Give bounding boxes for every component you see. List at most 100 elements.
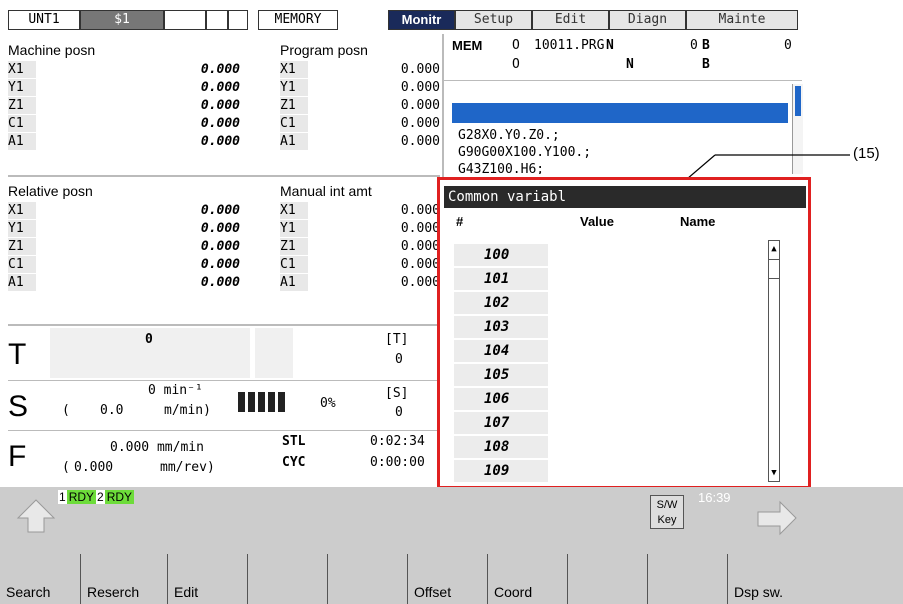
fkey-blank-9[interactable] — [647, 554, 727, 604]
s-label: S — [8, 390, 29, 423]
scroll-thumb[interactable] — [769, 259, 779, 279]
tab-edit[interactable]: Edit — [532, 10, 609, 30]
forward-arrow-icon[interactable] — [754, 498, 798, 538]
axis-row: X1 0.000 — [280, 61, 440, 78]
axis-value: 0.000 — [400, 203, 440, 218]
b-label: B — [702, 38, 710, 53]
axis-row: C1 0.000 — [280, 115, 440, 132]
sw-key-button[interactable]: S/W Key — [650, 495, 684, 529]
current-block-bar — [452, 103, 788, 123]
variable-row[interactable]: 101 — [454, 268, 548, 290]
tab-blank-1 — [164, 10, 206, 30]
manual-int-title: Manual int amt — [280, 183, 372, 199]
n-value: 0 — [690, 38, 698, 53]
fkey-blank-4[interactable] — [247, 554, 327, 604]
divider — [8, 430, 440, 431]
t-bracket: [T] — [385, 332, 409, 347]
axis-row: X1 0.000 — [8, 61, 248, 78]
b-value: 0 — [784, 38, 792, 53]
scroll-down-icon[interactable]: ▼ — [770, 467, 778, 479]
s-paren: ( — [62, 403, 70, 418]
axis-name: Y1 — [280, 220, 308, 237]
back-arrow-icon[interactable] — [14, 498, 58, 538]
program-line: G43Z100.H6; — [458, 162, 545, 174]
t-value: 0 — [145, 332, 153, 347]
axis-value: 0.000 — [200, 239, 240, 254]
axis-row: C1 0.000 — [280, 256, 440, 273]
axis-name: Y1 — [280, 79, 308, 96]
surface-speed-unit: m/min) — [164, 403, 211, 418]
tab-mainte[interactable]: Mainte — [686, 10, 798, 30]
variable-row[interactable]: 108 — [454, 436, 548, 458]
divider — [444, 80, 802, 81]
program-number: 10011.PRG — [534, 38, 605, 53]
axis-value: 0.000 — [200, 98, 240, 113]
fkey-dsp-sw[interactable]: Dsp sw. — [727, 554, 813, 604]
axis-value: 0.000 — [400, 116, 440, 131]
relative-posn-title: Relative posn — [8, 183, 93, 199]
fkey-search[interactable]: Search — [0, 554, 80, 604]
tab-setup[interactable]: Setup — [455, 10, 532, 30]
rdy-1-number: 1 — [58, 490, 67, 504]
axis-value: 0.000 — [200, 203, 240, 218]
axis-name: Z1 — [8, 97, 36, 114]
axis-name: A1 — [8, 133, 36, 150]
variable-row[interactable]: 106 — [454, 388, 548, 410]
rdy-2-text: RDY — [104, 490, 135, 504]
axis-name: Z1 — [280, 238, 308, 255]
fkey-offset[interactable]: Offset — [407, 554, 487, 604]
variable-row[interactable]: 100 — [454, 244, 548, 266]
spindle-speed: 0 min⁻¹ — [148, 383, 203, 398]
fkey-blank-8[interactable] — [567, 554, 647, 604]
rdy-1-text: RDY — [66, 490, 97, 504]
t-bracket-value: 0 — [395, 352, 403, 367]
scroll-up-icon[interactable]: ▲ — [770, 243, 778, 255]
rdy-indicator-1: 1 RDY — [58, 488, 97, 506]
variable-row[interactable]: 103 — [454, 316, 548, 338]
variable-row[interactable]: 105 — [454, 364, 548, 386]
axis-value: 0.000 — [400, 275, 440, 290]
axis-row: Z1 0.000 — [280, 238, 440, 255]
axis-row: A1 0.000 — [280, 133, 440, 150]
axis-value: 0.000 — [400, 62, 440, 77]
tab-diagn[interactable]: Diagn — [609, 10, 686, 30]
fkey-edit[interactable]: Edit — [167, 554, 247, 604]
axis-row: Y1 0.000 — [280, 79, 440, 96]
variable-row[interactable]: 109 — [454, 460, 548, 482]
axis-row: X1 0.000 — [280, 202, 440, 219]
axis-row: Y1 0.000 — [8, 79, 248, 96]
axis-row: Z1 0.000 — [280, 97, 440, 114]
s-bracket-value: 0 — [395, 405, 403, 420]
fkey-blank-5[interactable] — [327, 554, 407, 604]
divider — [8, 175, 440, 177]
top-tab-bar: UNT1 $1 MEMORY Monitr Setup Edit Diagn M… — [8, 10, 798, 32]
variable-scrollbar[interactable]: ▲ ▼ — [768, 240, 780, 482]
axis-row: X1 0.000 — [8, 202, 248, 219]
f-label: F — [8, 440, 27, 473]
variable-row[interactable]: 107 — [454, 412, 548, 434]
tab-unit[interactable]: UNT1 — [8, 10, 80, 30]
axis-value: 0.000 — [400, 257, 440, 272]
fkey-coord[interactable]: Coord — [487, 554, 567, 604]
divider — [8, 380, 440, 381]
cyc-time: 0:00:00 — [370, 455, 425, 470]
tab-monitr[interactable]: Monitr — [388, 10, 455, 30]
axis-row: Z1 0.000 — [8, 97, 248, 114]
fkey-area-end — [813, 554, 903, 604]
axis-name: A1 — [280, 133, 308, 150]
axis-value: 0.000 — [400, 80, 440, 95]
mode-indicator: MEMORY — [258, 10, 338, 30]
axis-value: 0.000 — [200, 62, 240, 77]
s-bracket: [S] — [385, 386, 409, 401]
stl-time: 0:02:34 — [370, 434, 425, 449]
axis-value: 0.000 — [200, 116, 240, 131]
fkey-reserch[interactable]: Reserch — [80, 554, 167, 604]
col-number-header: # — [456, 214, 464, 229]
tab-system[interactable]: $1 — [80, 10, 164, 30]
tab-blank-2 — [206, 10, 228, 30]
axis-row: Y1 0.000 — [280, 220, 440, 237]
col-value-header: Value — [580, 214, 614, 229]
variable-row[interactable]: 104 — [454, 340, 548, 362]
variable-row[interactable]: 102 — [454, 292, 548, 314]
axis-row: Y1 0.000 — [8, 220, 248, 237]
